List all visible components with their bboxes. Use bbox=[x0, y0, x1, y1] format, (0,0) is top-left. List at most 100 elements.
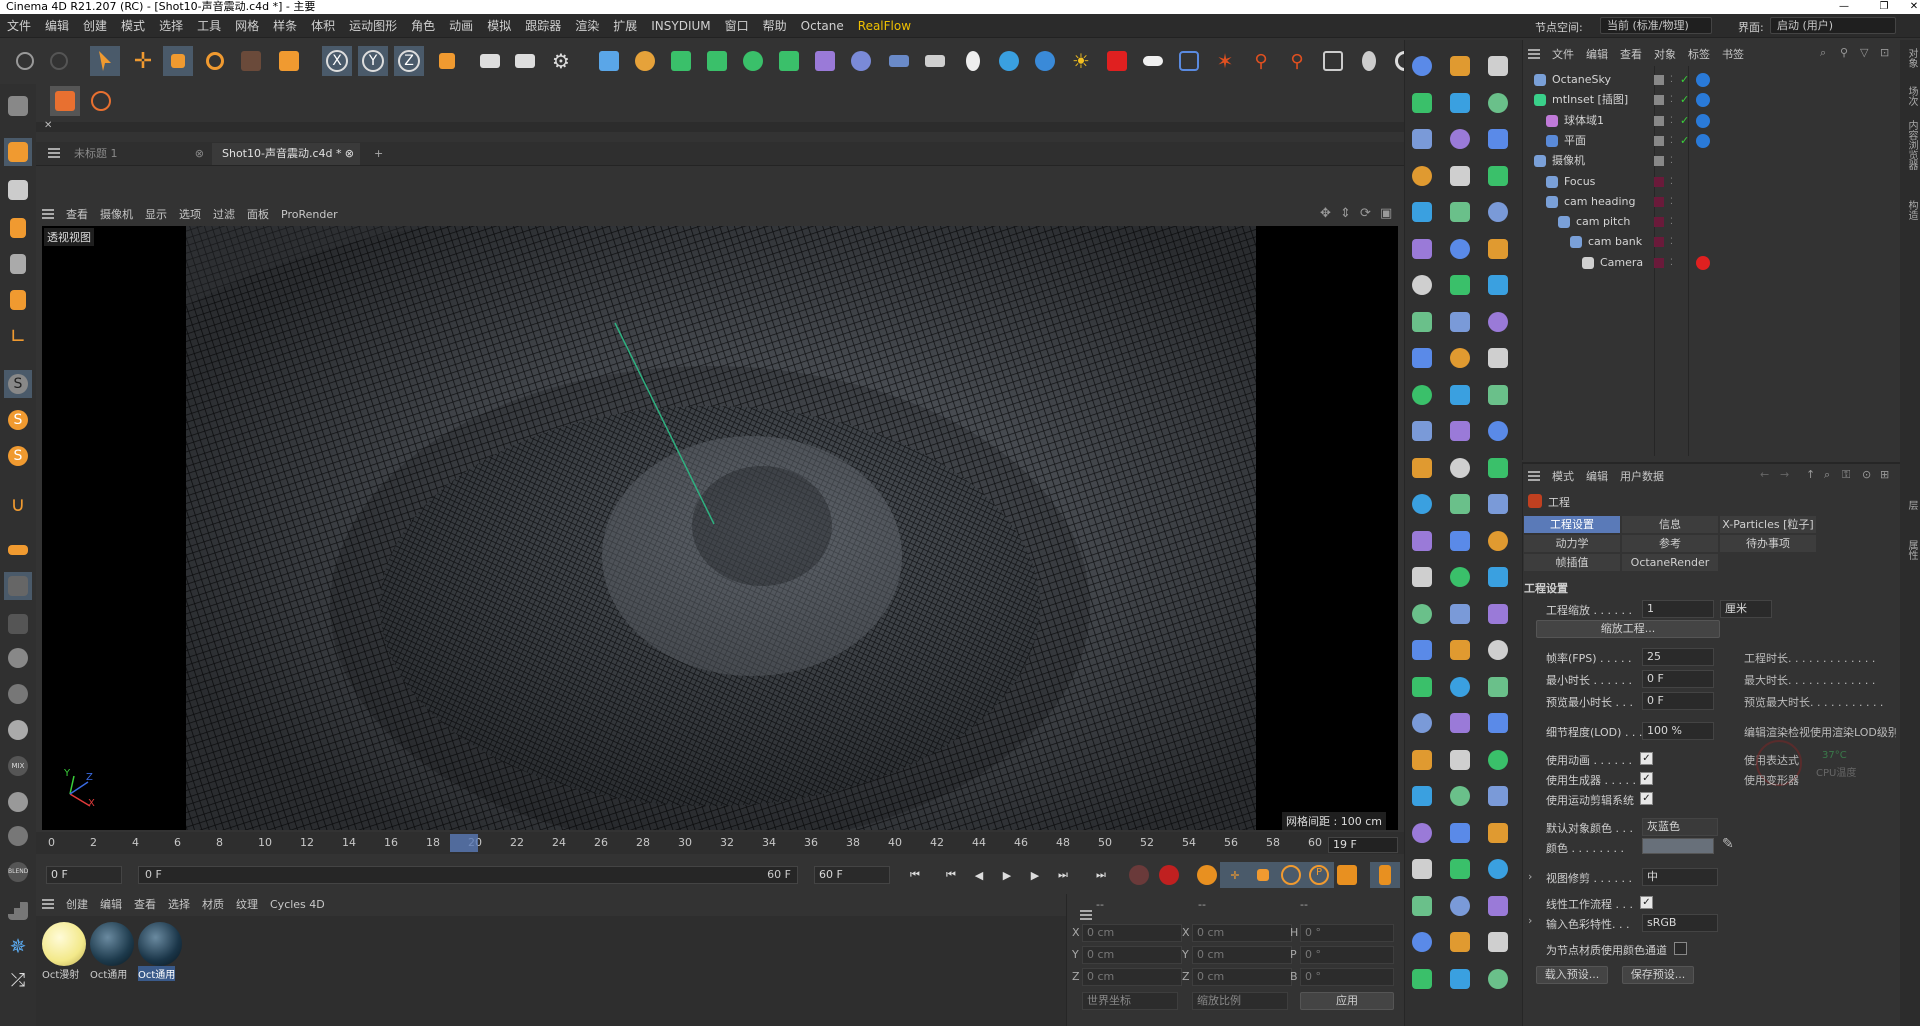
tab-todo[interactable]: 待办事项 bbox=[1720, 535, 1816, 552]
viewport-menu-display[interactable]: 显示 bbox=[139, 206, 173, 222]
enabled-check-icon[interactable]: ✓ bbox=[1680, 70, 1689, 90]
attribute-menu-edit[interactable]: 编辑 bbox=[1580, 468, 1614, 484]
min-time-field[interactable]: 0 F bbox=[1642, 670, 1714, 688]
object-menu-file[interactable]: 文件 bbox=[1546, 46, 1580, 62]
render-view-icon[interactable] bbox=[475, 46, 505, 76]
object-row[interactable]: Focus ⁚ bbox=[1524, 172, 1898, 192]
palette-tool-icon[interactable] bbox=[1446, 344, 1474, 372]
menu-extensions[interactable]: 扩展 bbox=[606, 17, 644, 34]
octane-object-icon[interactable] bbox=[1174, 46, 1204, 76]
expand-arrow-icon[interactable]: › bbox=[1528, 914, 1532, 927]
palette-tool-icon[interactable] bbox=[1408, 819, 1436, 847]
material-menu-view[interactable]: 查看 bbox=[128, 896, 162, 912]
filter-icon[interactable]: ⚲ bbox=[1840, 46, 1848, 59]
tab-referencing[interactable]: 参考 bbox=[1622, 535, 1718, 552]
palette-tool-icon[interactable] bbox=[1408, 490, 1436, 518]
tab-xparticles[interactable]: X-Particles [粒子] bbox=[1720, 516, 1816, 533]
viewport-menu-panel[interactable]: 面板 bbox=[241, 206, 275, 222]
palette-tool-icon[interactable] bbox=[1446, 746, 1474, 774]
palette-tool-icon[interactable] bbox=[1408, 198, 1436, 226]
tab-close-icon[interactable]: ⊗ bbox=[345, 143, 354, 165]
deformer-icon[interactable] bbox=[810, 46, 840, 76]
close-panel-icon[interactable]: ✕ bbox=[44, 120, 52, 131]
menu-create[interactable]: 创建 bbox=[76, 17, 114, 34]
material-name[interactable]: Oct漫射 bbox=[42, 966, 79, 981]
palette-tool-icon[interactable] bbox=[1408, 636, 1436, 664]
octane-hdri-icon[interactable] bbox=[1030, 46, 1060, 76]
input-color-profile-select[interactable]: sRGB bbox=[1642, 914, 1718, 932]
coord-field[interactable]: 0 cm bbox=[1082, 968, 1182, 986]
menu-help[interactable]: 帮助 bbox=[756, 17, 794, 34]
material-menu-cycles[interactable]: Cycles 4D bbox=[264, 898, 331, 911]
timeline-layout-icon[interactable] bbox=[1370, 862, 1400, 888]
viewport-menu-filter[interactable]: 过滤 bbox=[207, 206, 241, 222]
menu-octane[interactable]: Octane bbox=[794, 19, 851, 33]
material-menu-material[interactable]: 材质 bbox=[196, 896, 230, 912]
enabled-check-icon[interactable]: ✓ bbox=[1680, 131, 1689, 151]
eyedropper-icon[interactable]: ✎ bbox=[1722, 836, 1734, 852]
viewport[interactable]: 透视视图 网格间距 : 100 cm X Y Z bbox=[42, 226, 1398, 830]
object-menu-icon[interactable] bbox=[1528, 49, 1540, 59]
visibility-dots-icon[interactable]: ⁚ bbox=[1670, 111, 1673, 131]
palette-tool-icon[interactable] bbox=[1408, 308, 1436, 336]
octane-arealight-icon[interactable] bbox=[1138, 46, 1168, 76]
expand-icon[interactable]: ⊡ bbox=[1880, 46, 1889, 59]
octane-tools-icon[interactable] bbox=[1354, 46, 1384, 76]
palette-tool-icon[interactable] bbox=[1484, 819, 1512, 847]
redo-icon[interactable] bbox=[44, 46, 74, 76]
palette-tool-icon[interactable] bbox=[1484, 52, 1512, 80]
side-tab-structure[interactable]: 构造 bbox=[1904, 200, 1919, 220]
coords-menu-icon[interactable] bbox=[1080, 910, 1092, 920]
snap-3d-icon[interactable]: S bbox=[4, 442, 32, 470]
palette-tool-icon[interactable] bbox=[1446, 892, 1474, 920]
node-color-channel-checkbox[interactable] bbox=[1674, 942, 1687, 955]
coord-field[interactable]: 0 cm bbox=[1192, 968, 1292, 986]
node-space-select[interactable]: 当前 (标准/物理) bbox=[1600, 17, 1712, 34]
object-name[interactable]: cam bank bbox=[1588, 232, 1642, 252]
polygons-mode-icon[interactable] bbox=[4, 286, 32, 314]
coord-field[interactable]: 0 cm bbox=[1192, 924, 1292, 942]
sphere2-icon[interactable] bbox=[4, 788, 32, 816]
octane-camera-icon[interactable] bbox=[1102, 46, 1132, 76]
menu-select[interactable]: 选择 bbox=[152, 17, 190, 34]
palette-tool-icon[interactable] bbox=[1484, 454, 1512, 482]
object-menu-objects[interactable]: 对象 bbox=[1648, 46, 1682, 62]
object-row[interactable]: cam bank ⁚ bbox=[1524, 232, 1898, 252]
object-name[interactable]: cam pitch bbox=[1576, 212, 1630, 232]
palette-tool-icon[interactable] bbox=[1408, 928, 1436, 956]
menu-mode[interactable]: 模式 bbox=[114, 17, 152, 34]
menu-volume[interactable]: 体积 bbox=[304, 17, 342, 34]
axis-z-lock-icon[interactable]: Z bbox=[394, 46, 424, 76]
menu-spline[interactable]: 样条 bbox=[266, 17, 304, 34]
palette-tool-icon[interactable] bbox=[1484, 308, 1512, 336]
undo-icon[interactable] bbox=[10, 46, 40, 76]
sphere3-icon[interactable] bbox=[4, 822, 32, 850]
palette-tool-icon[interactable] bbox=[1408, 454, 1436, 482]
palette-tool-icon[interactable] bbox=[1446, 162, 1474, 190]
object-name[interactable]: mtInset [插图] bbox=[1552, 90, 1628, 110]
view-clipping-select[interactable]: 中 bbox=[1642, 868, 1718, 886]
visibility-dots-icon[interactable]: ⁚ bbox=[1670, 131, 1673, 151]
rotate-tool-icon[interactable] bbox=[200, 46, 230, 76]
pen-spline-icon[interactable] bbox=[630, 46, 660, 76]
tab-untitled[interactable]: 未标题 1 ⊗ bbox=[64, 143, 210, 165]
menu-animate[interactable]: 动画 bbox=[442, 17, 480, 34]
forward-arrow-icon[interactable]: → bbox=[1780, 468, 1789, 481]
palette-tool-icon[interactable] bbox=[1408, 417, 1436, 445]
palette-tool-icon[interactable] bbox=[1484, 892, 1512, 920]
object-name[interactable]: 平面 bbox=[1564, 131, 1586, 151]
coordinate-system-icon[interactable] bbox=[432, 46, 462, 76]
coord-field[interactable]: 0 ° bbox=[1300, 968, 1394, 986]
material-menu-texture[interactable]: 纹理 bbox=[230, 896, 264, 912]
expand-arrow-icon[interactable]: › bbox=[1528, 870, 1532, 883]
menu-render[interactable]: 渲染 bbox=[568, 17, 606, 34]
color-swatch[interactable] bbox=[1642, 838, 1714, 854]
menu-tools[interactable]: 工具 bbox=[190, 17, 228, 34]
viewport-menu-icon[interactable] bbox=[42, 209, 54, 219]
render-region-icon[interactable] bbox=[50, 86, 80, 116]
palette-tool-icon[interactable] bbox=[1484, 746, 1512, 774]
minimize-icon[interactable]: — bbox=[1824, 0, 1864, 14]
cloner-icon[interactable] bbox=[738, 46, 768, 76]
palette-tool-icon[interactable] bbox=[1408, 855, 1436, 883]
menu-mesh[interactable]: 网格 bbox=[228, 17, 266, 34]
